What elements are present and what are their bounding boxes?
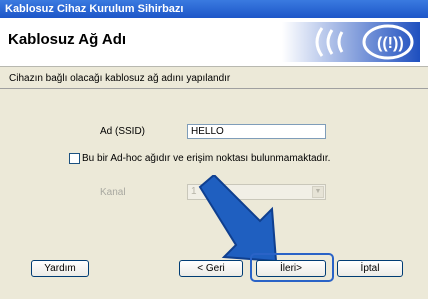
wireless-logo-icon: ((!)) (282, 22, 420, 62)
help-button[interactable]: Yardım (31, 260, 89, 277)
next-button[interactable]: İleri> (256, 260, 326, 277)
ssid-input[interactable]: HELLO (187, 124, 326, 139)
adhoc-checkbox[interactable] (69, 153, 80, 164)
wizard-window: Kablosuz Cihaz Kurulum Sihirbazı Kablosu… (0, 0, 428, 299)
blue-arrow-icon (198, 175, 278, 263)
page-title: Kablosuz Ağ Adı (8, 31, 127, 48)
title-bar: Kablosuz Cihaz Kurulum Sihirbazı (0, 0, 428, 18)
cancel-button[interactable]: İptal (337, 260, 403, 277)
divider (0, 88, 428, 89)
ssid-label: Ad (SSID) (100, 126, 146, 137)
chevron-down-icon: ▼ (312, 186, 324, 198)
instruction-text: Cihazın bağlı olacağı kablosuz ağ adını … (9, 73, 231, 84)
adhoc-label: Bu bir Ad-hoc ağıdır ve erişim noktası b… (82, 153, 331, 164)
header-panel: Kablosuz Ağ Adı ((!)) (0, 18, 428, 67)
channel-label: Kanal (100, 187, 126, 198)
svg-text:((!)): ((!)) (377, 35, 404, 52)
window-title: Kablosuz Cihaz Kurulum Sihirbazı (5, 3, 184, 15)
back-button[interactable]: < Geri (179, 260, 243, 277)
